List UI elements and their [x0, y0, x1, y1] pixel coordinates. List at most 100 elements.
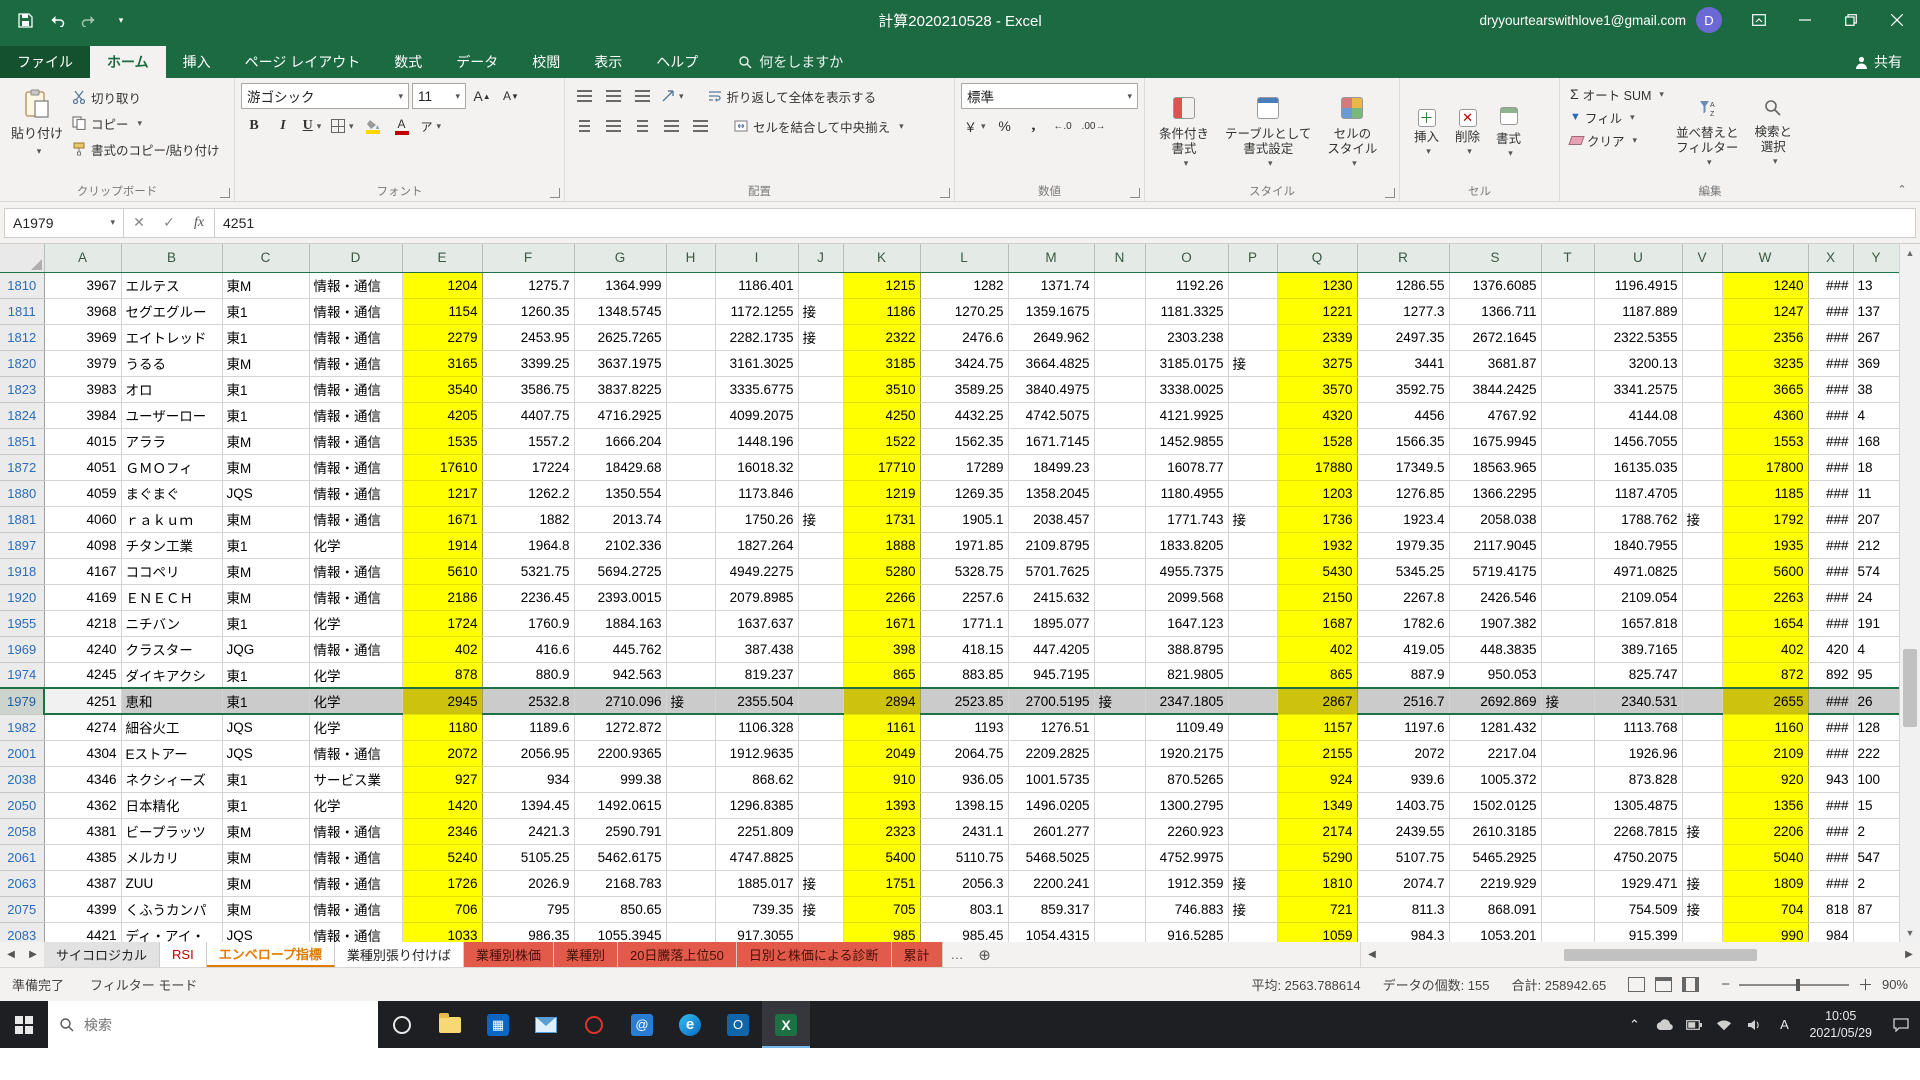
font-size-select[interactable]: 11▾ — [412, 83, 466, 109]
cell[interactable]: 1281.432 — [1449, 714, 1541, 740]
cell[interactable]: 4752.9975 — [1145, 844, 1228, 870]
cell[interactable] — [1541, 610, 1594, 636]
cell[interactable]: JQS — [222, 480, 309, 506]
cell[interactable] — [1541, 740, 1594, 766]
sheet-tab[interactable]: エンベロープ指標 — [207, 942, 335, 967]
cell[interactable] — [1682, 766, 1722, 792]
cell[interactable]: 1161 — [843, 714, 920, 740]
cell[interactable]: 4362 — [44, 792, 121, 818]
cell[interactable]: 1180 — [402, 714, 482, 740]
cell[interactable]: 2692.869 — [1449, 688, 1541, 714]
column-header[interactable]: Q — [1277, 244, 1357, 272]
cell[interactable] — [1682, 740, 1722, 766]
cell[interactable] — [1682, 454, 1722, 480]
cell[interactable]: 2209.2825 — [1008, 740, 1094, 766]
cell[interactable]: くふうカンパ — [121, 896, 222, 922]
cell[interactable]: 1522 — [843, 428, 920, 454]
cell[interactable] — [1094, 454, 1145, 480]
row-header[interactable]: 1979 — [0, 688, 44, 714]
cell[interactable]: 859.317 — [1008, 896, 1094, 922]
cell[interactable] — [1541, 428, 1594, 454]
cell[interactable]: 2267.8 — [1357, 584, 1449, 610]
cell[interactable] — [1228, 844, 1277, 870]
cell[interactable]: 2523.85 — [920, 688, 1008, 714]
cell[interactable]: 1349 — [1277, 792, 1357, 818]
cell[interactable] — [666, 870, 715, 896]
cell[interactable]: 1350.554 — [574, 480, 666, 506]
row-header[interactable]: 1810 — [0, 272, 44, 298]
cell[interactable]: ### — [1808, 688, 1853, 714]
cell[interactable] — [1094, 740, 1145, 766]
cell[interactable]: 2099.568 — [1145, 584, 1228, 610]
column-header[interactable]: Y — [1853, 244, 1899, 272]
cell[interactable] — [666, 558, 715, 584]
cell[interactable]: 1403.75 — [1357, 792, 1449, 818]
cell[interactable] — [1228, 298, 1277, 324]
cell[interactable] — [1853, 922, 1899, 942]
cell[interactable] — [1682, 688, 1722, 714]
align-center-icon[interactable] — [600, 113, 626, 139]
ribbon-display-options-icon[interactable] — [1736, 0, 1782, 40]
cell[interactable] — [1541, 324, 1594, 350]
cell[interactable]: 1888 — [843, 532, 920, 558]
cell[interactable]: 4059 — [44, 480, 121, 506]
cell[interactable]: 1204 — [402, 272, 482, 298]
column-header[interactable]: V — [1682, 244, 1722, 272]
cell[interactable] — [1228, 480, 1277, 506]
cell[interactable] — [1094, 766, 1145, 792]
cell[interactable] — [1228, 740, 1277, 766]
cell[interactable]: 939.6 — [1357, 766, 1449, 792]
cell[interactable]: 1219 — [843, 480, 920, 506]
cell[interactable] — [1541, 922, 1594, 942]
cell[interactable]: 1186 — [843, 298, 920, 324]
cell[interactable]: 情報・通信 — [309, 272, 402, 298]
cell[interactable] — [798, 740, 843, 766]
row-header[interactable]: 1872 — [0, 454, 44, 480]
number-dialog-launcher-icon[interactable] — [1130, 188, 1140, 198]
cell[interactable]: 212 — [1853, 532, 1899, 558]
cell[interactable]: 2150 — [1277, 584, 1357, 610]
cell[interactable]: 1782.6 — [1357, 610, 1449, 636]
cell[interactable]: ＥＮＥＣＨ — [121, 584, 222, 610]
tab-file[interactable]: ファイル — [0, 46, 90, 78]
cell[interactable]: 1884.163 — [574, 610, 666, 636]
cell[interactable]: 4218 — [44, 610, 121, 636]
cell[interactable]: 1277.3 — [1357, 298, 1449, 324]
cell[interactable] — [1094, 636, 1145, 662]
cell[interactable]: 1054.4315 — [1008, 922, 1094, 942]
cell[interactable] — [1682, 376, 1722, 402]
cell[interactable]: 128 — [1853, 714, 1899, 740]
cell[interactable] — [1094, 428, 1145, 454]
cell[interactable]: 17800 — [1722, 454, 1808, 480]
cell[interactable]: 803.1 — [920, 896, 1008, 922]
column-header[interactable]: D — [309, 244, 402, 272]
cell[interactable]: 18429.68 — [574, 454, 666, 480]
cell[interactable]: 1055.3945 — [574, 922, 666, 942]
cell[interactable]: ディ・アイ・ — [121, 922, 222, 942]
cell[interactable]: 3681.87 — [1449, 350, 1541, 376]
cell[interactable]: 1359.1675 — [1008, 298, 1094, 324]
cell[interactable]: 2516.7 — [1357, 688, 1449, 714]
cell[interactable]: 191 — [1853, 610, 1899, 636]
cell[interactable] — [1228, 428, 1277, 454]
cell[interactable]: 2038.457 — [1008, 506, 1094, 532]
cell[interactable] — [1682, 480, 1722, 506]
cell[interactable]: 2251.809 — [715, 818, 798, 844]
cell[interactable] — [798, 558, 843, 584]
font-color-button[interactable]: A — [389, 113, 415, 139]
cell[interactable]: 東1 — [222, 324, 309, 350]
cell[interactable]: 2426.546 — [1449, 584, 1541, 610]
cell[interactable]: 3185.0175 — [1145, 350, 1228, 376]
cell[interactable] — [1094, 922, 1145, 942]
cell[interactable]: 3235 — [1722, 350, 1808, 376]
cell[interactable]: 985.45 — [920, 922, 1008, 942]
row-header[interactable]: 1812 — [0, 324, 44, 350]
cell[interactable]: 1394.45 — [482, 792, 574, 818]
cell[interactable]: 2072 — [402, 740, 482, 766]
cell[interactable]: 1215 — [843, 272, 920, 298]
cell[interactable]: 2710.096 — [574, 688, 666, 714]
cell[interactable]: 1760.9 — [482, 610, 574, 636]
cell[interactable]: JQS — [222, 740, 309, 766]
cell[interactable]: 情報・通信 — [309, 818, 402, 844]
cell[interactable]: 1905.1 — [920, 506, 1008, 532]
